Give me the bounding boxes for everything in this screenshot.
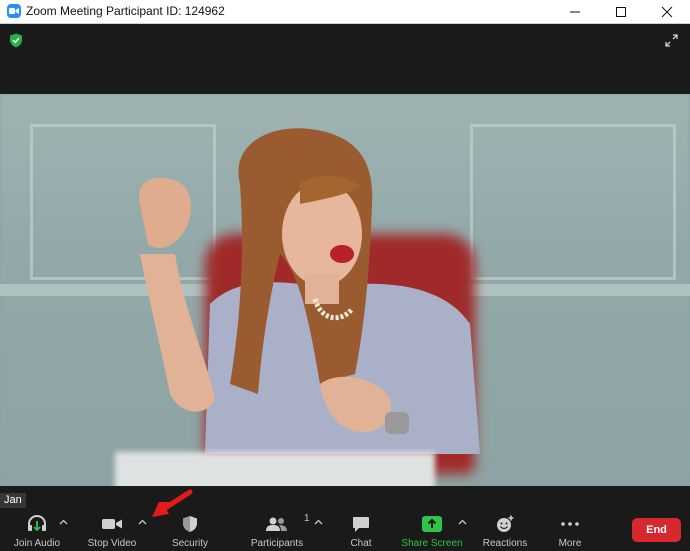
minimize-icon — [570, 11, 580, 12]
more-dots-icon — [561, 522, 579, 526]
video-camera-icon — [102, 519, 122, 529]
maximize-button[interactable] — [598, 0, 644, 23]
more-button[interactable]: More — [552, 510, 588, 551]
participants-count: 1 — [304, 513, 310, 524]
participants-button[interactable]: 1 Participants — [249, 510, 310, 551]
meeting-header-area — [0, 24, 690, 94]
fullscreen-icon[interactable] — [665, 34, 678, 47]
participant-figure — [139, 128, 480, 454]
close-icon — [661, 6, 673, 17]
chat-label: Chat — [350, 538, 372, 549]
participant-video — [0, 94, 690, 486]
share-screen-label: Share Screen — [401, 538, 463, 549]
more-label: More — [558, 538, 582, 549]
reactions-smiley-icon — [497, 515, 514, 532]
participant-name-tag: Jan — [0, 493, 26, 508]
chat-button[interactable]: Chat — [342, 510, 380, 551]
laptop — [115, 452, 435, 486]
join-audio-label: Join Audio — [13, 538, 61, 549]
participants-label: Participants — [250, 538, 304, 549]
annotation-arrow-icon — [152, 489, 193, 517]
participants-options-chevron-icon[interactable] — [314, 519, 323, 525]
chat-bubble-icon — [353, 516, 369, 532]
minimize-button[interactable] — [552, 0, 598, 23]
reactions-button[interactable]: Reactions — [482, 510, 528, 551]
stop-video-button[interactable]: Stop Video — [84, 510, 140, 551]
reactions-label: Reactions — [482, 538, 528, 549]
share-options-chevron-icon[interactable] — [458, 519, 467, 525]
zoom-logo-icon — [7, 4, 21, 18]
window-title: Zoom Meeting Participant ID: 124962 — [26, 4, 225, 18]
share-screen-icon — [422, 516, 442, 532]
security-label: Security — [171, 538, 209, 549]
encryption-shield-icon[interactable] — [9, 33, 23, 48]
share-screen-button[interactable]: Share Screen — [400, 510, 464, 551]
title-bar: Zoom Meeting Participant ID: 124962 — [0, 0, 690, 24]
join-audio-button[interactable]: Join Audio — [10, 510, 64, 551]
meeting-toolbar: Join Audio Stop Video Security 1 Partici… — [0, 510, 690, 551]
stop-video-label: Stop Video — [87, 538, 137, 549]
headphones-icon — [28, 514, 46, 532]
maximize-icon — [616, 6, 626, 17]
close-button[interactable] — [644, 0, 690, 23]
audio-options-chevron-icon[interactable] — [59, 519, 68, 525]
participants-icon — [266, 517, 287, 531]
end-meeting-button[interactable]: End — [632, 518, 681, 542]
